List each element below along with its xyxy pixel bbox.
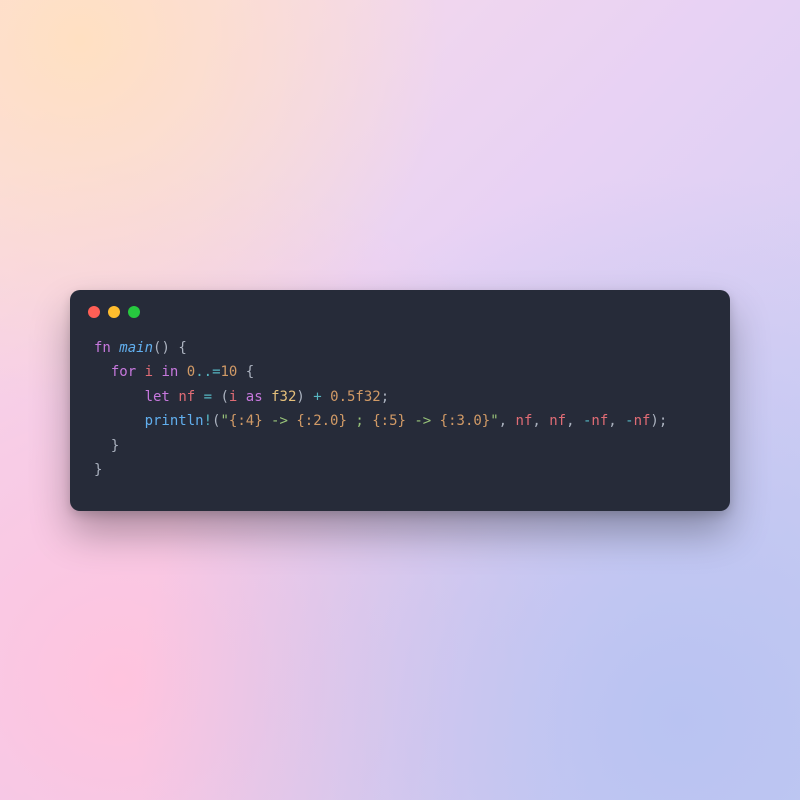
comma: , <box>499 413 516 429</box>
string-segment: ; <box>347 413 372 429</box>
type-f32: f32 <box>271 389 296 405</box>
op-plus: + <box>313 389 321 405</box>
comma: , <box>566 413 583 429</box>
var-i: i <box>145 364 153 380</box>
brace-close: } <box>111 438 119 454</box>
keyword-in: in <box>161 364 178 380</box>
string-open-quote: " <box>220 413 228 429</box>
comma: , <box>608 413 625 429</box>
op-assign: = <box>204 389 212 405</box>
semicolon: ; <box>659 413 667 429</box>
arg-nf-3: nf <box>591 413 608 429</box>
paren-close: ) <box>650 413 658 429</box>
fmt-placeholder-4: {:3.0} <box>440 413 491 429</box>
op-eq: = <box>212 364 220 380</box>
paren-close: ) <box>296 389 304 405</box>
brace-open: { <box>246 364 254 380</box>
zoom-icon[interactable] <box>128 306 140 318</box>
minimize-icon[interactable] <box>108 306 120 318</box>
var-nf: nf <box>178 389 195 405</box>
fmt-placeholder-2: {:2.0} <box>296 413 347 429</box>
fn-println: println <box>145 413 204 429</box>
paren-open: ( <box>220 389 228 405</box>
string-literal: "{:4} -> {:2.0} ; {:5} -> {:3.0}" <box>220 413 498 429</box>
op-range: .. <box>195 364 212 380</box>
fmt-placeholder-1: {:4} <box>229 413 263 429</box>
op-neg: - <box>625 413 633 429</box>
code-window: fn main() { for i in 0..=10 { let nf = (… <box>70 290 730 511</box>
var-i: i <box>229 389 237 405</box>
arg-nf-1: nf <box>516 413 533 429</box>
fmt-placeholder-3: {:5} <box>372 413 406 429</box>
semicolon: ; <box>381 389 389 405</box>
arg-nf-2: nf <box>549 413 566 429</box>
parens: () <box>153 340 170 356</box>
string-close-quote: " <box>490 413 498 429</box>
keyword-let: let <box>145 389 170 405</box>
macro-bang: ! <box>204 413 212 429</box>
arg-nf-4: nf <box>634 413 651 429</box>
literal-0: 0 <box>187 364 195 380</box>
keyword-as: as <box>246 389 263 405</box>
string-segment: -> <box>263 413 297 429</box>
close-icon[interactable] <box>88 306 100 318</box>
literal-10: 10 <box>221 364 238 380</box>
comma: , <box>532 413 549 429</box>
keyword-for: for <box>111 364 136 380</box>
window-titlebar <box>70 290 730 322</box>
literal-0.5f32: 0.5f32 <box>330 389 381 405</box>
brace-close: } <box>94 462 102 478</box>
brace-open: { <box>178 340 186 356</box>
keyword-fn: fn <box>94 340 111 356</box>
function-name-main: main <box>119 340 153 356</box>
string-segment: -> <box>406 413 440 429</box>
code-block: fn main() { for i in 0..=10 { let nf = (… <box>70 322 730 489</box>
